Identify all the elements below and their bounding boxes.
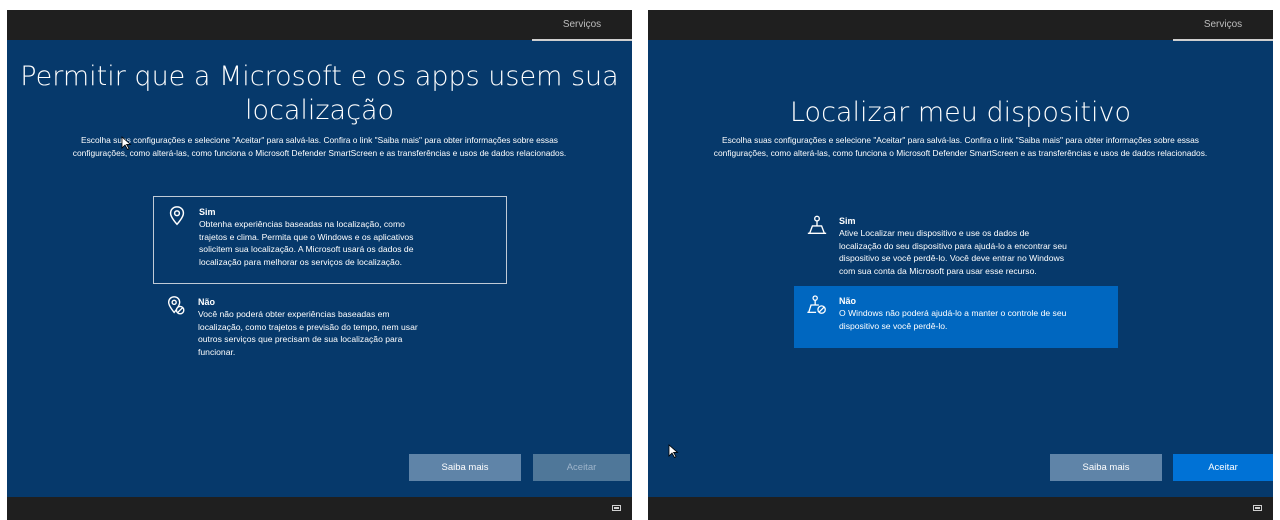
option-yes[interactable]: Sim Ative Localizar meu dispositivo e us… [794,206,1118,276]
option-description-line: outros serviços que precisam de sua loca… [198,334,403,344]
option-yes[interactable]: Sim Obtenha experiências baseadas na loc… [153,196,507,284]
option-description-line: Você não poderá obter experiências basea… [198,309,390,319]
description-line: Escolha suas configurações e selecione "… [81,135,558,145]
option-description-line: Ative Localizar meu dispositivo e use os… [839,228,1030,238]
description-line: configurações, como alterá-las, como fun… [713,148,1208,158]
option-description-line: Obtenha experiências baseadas na localiz… [199,219,405,229]
learn-more-button[interactable]: Saiba mais [409,454,521,481]
option-description: O Windows não poderá ajudá-lo a manter o… [839,307,1108,332]
page-title: Permitir que a Microsoft e os apps usem … [20,61,619,126]
option-description-line: dispositivo se você perdê-lo. Você deve … [839,253,1064,263]
mouse-cursor-icon [668,444,679,458]
bottom-bar [7,497,632,520]
option-description-line: localização para melhorar os serviços de… [199,256,403,267]
option-description-line: localização, como trajetos e previsão do… [198,321,418,332]
accept-button[interactable]: Aceitar [1173,454,1273,481]
option-title: Não [198,297,216,307]
page-title: Localizar meu dispositivo [789,97,1131,128]
option-title: Não [839,296,857,306]
option-description: Você não poderá obter experiências basea… [198,308,497,358]
page-description: Escolha suas configurações e selecione "… [7,134,632,160]
option-description-line: com sua conta da Microsoft para usar ess… [839,265,1037,276]
option-no[interactable]: Não Você não poderá obter experiências b… [153,287,507,375]
accept-button[interactable]: Aceitar [533,454,630,481]
learn-more-button[interactable]: Saiba mais [1050,454,1162,481]
top-bar: Serviços [648,10,1273,41]
location-privacy-screen: Serviços Permitir que a Microsoft e os a… [7,10,632,520]
option-no[interactable]: Não O Windows não poderá ajudá-lo a mant… [794,286,1118,348]
location-pin-icon [169,206,185,226]
find-device-icon [807,215,827,234]
option-description-line: localização do seu dispositivo para ajud… [839,240,1067,251]
option-description-line: dispositivo se você perdê-lo. [839,320,948,331]
services-tab[interactable]: Serviços [1173,10,1273,41]
option-description-line: trajetos e clima. Permita que o Windows … [199,231,414,242]
option-description: Obtenha experiências baseadas na localiz… [199,218,496,268]
find-device-off-icon [807,295,826,314]
keyboard-icon[interactable] [612,505,621,511]
option-description-line: O Windows não poderá ajudá-lo a manter o… [839,308,1067,318]
page-description: Escolha suas configurações e selecione "… [648,134,1273,160]
option-description: Ative Localizar meu dispositivo e use os… [839,227,1108,277]
keyboard-icon[interactable] [1253,505,1262,511]
description-line: Escolha suas configurações e selecione "… [722,135,1199,145]
find-my-device-screen: Serviços Localizar meu dispositivo Escol… [648,10,1273,520]
option-description-line: funcionar. [198,346,236,357]
option-title: Sim [199,207,216,217]
top-bar: Serviços [7,10,632,41]
services-tab[interactable]: Serviços [532,10,632,41]
option-description-line: solicitem sua localização. A Microsoft u… [199,244,414,254]
location-off-icon [167,296,185,315]
bottom-bar [648,497,1273,520]
option-title: Sim [839,216,856,226]
description-line: configurações, como alterá-las, como fun… [72,148,567,158]
mouse-cursor-icon [121,136,132,150]
